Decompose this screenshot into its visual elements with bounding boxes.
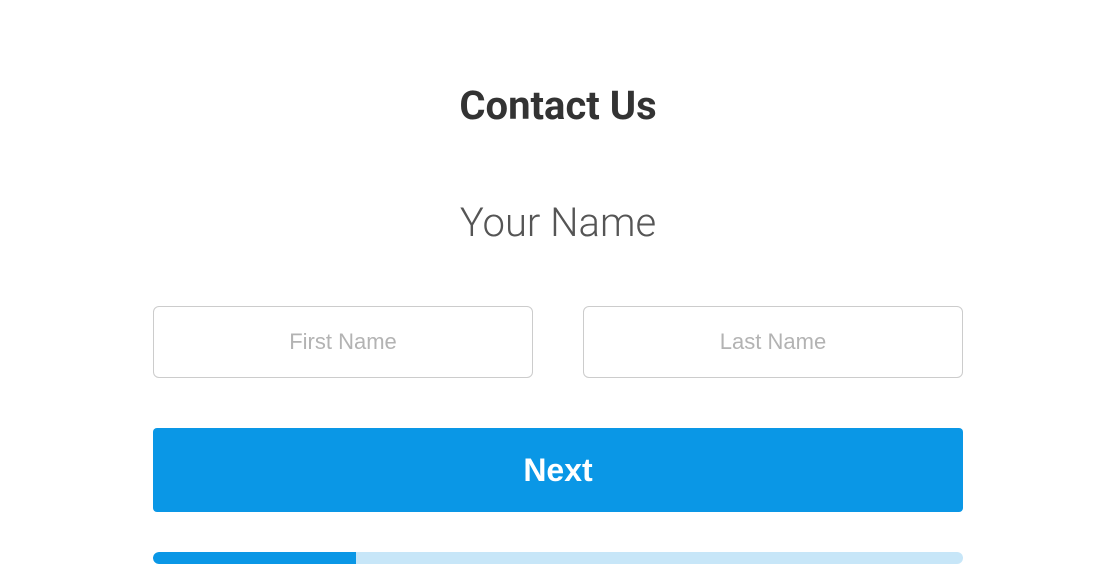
- first-name-input[interactable]: [153, 306, 533, 378]
- next-button[interactable]: Next: [153, 428, 963, 512]
- progress-bar-fill: [153, 552, 356, 564]
- progress-bar: [153, 552, 963, 564]
- section-label: Your Name: [153, 199, 963, 246]
- last-name-input[interactable]: [583, 306, 963, 378]
- form-title: Contact Us: [153, 82, 963, 129]
- contact-form-container: Contact Us Your Name Next: [153, 0, 963, 564]
- name-input-row: [153, 306, 963, 378]
